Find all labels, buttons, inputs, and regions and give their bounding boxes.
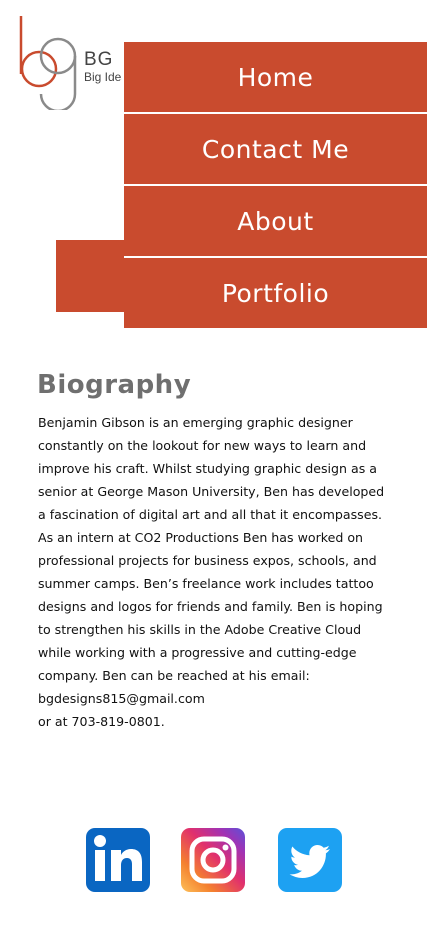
instagram-icon — [189, 836, 237, 884]
logo-initials: BG — [84, 49, 114, 70]
nav-contact[interactable]: Contact Me — [124, 114, 427, 184]
logo-text: BG Big Idea — [84, 49, 122, 85]
biography-text: Benjamin Gibson is an emerging graphic d… — [38, 415, 385, 706]
biography-title: Biography — [37, 370, 192, 400]
linkedin-icon — [94, 835, 142, 881]
nav-portfolio[interactable]: Portfolio — [124, 258, 427, 328]
nav-about[interactable]: About — [124, 186, 427, 256]
twitter-icon — [289, 845, 330, 878]
linkedin-link[interactable] — [86, 828, 150, 892]
twitter-link[interactable] — [278, 828, 342, 892]
logo-name: Big Idea — [84, 70, 122, 84]
biography-body: Benjamin Gibson is an emerging graphic d… — [38, 411, 394, 733]
biography-phone: or at 703-819-0801. — [38, 714, 165, 729]
instagram-link[interactable] — [181, 828, 245, 892]
nav-home[interactable]: Home — [124, 42, 427, 112]
main-nav: Home Contact Me About Portfolio — [124, 42, 428, 330]
decorative-block — [56, 240, 124, 312]
